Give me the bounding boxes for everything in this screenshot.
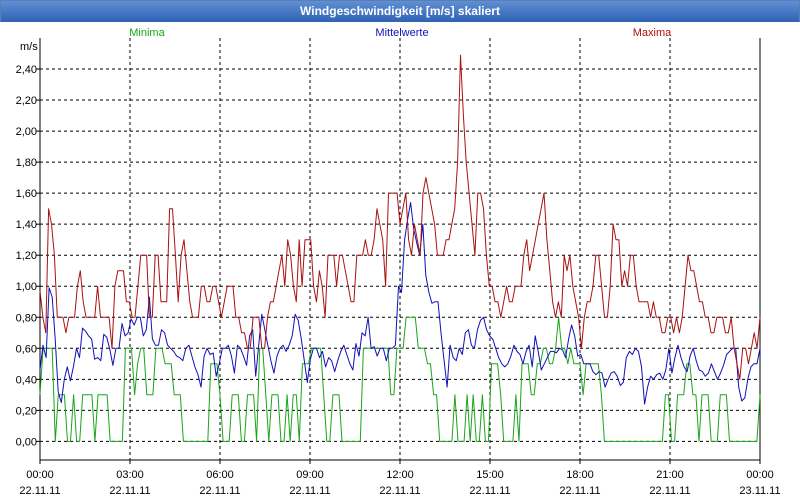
x-tick-time: 18:00	[566, 469, 594, 481]
x-tick-date: 22.11.11	[559, 485, 600, 497]
y-tick-label: 0,60	[16, 343, 37, 355]
y-tick-label: 2,20	[16, 95, 37, 107]
y-tick-label: 0,80	[16, 312, 37, 324]
x-tick-time: 00:00	[746, 469, 774, 481]
x-tick-date: 22.11.11	[379, 485, 420, 497]
x-tick-time: 21:00	[656, 469, 684, 481]
y-tick-label: 0,20	[16, 405, 37, 417]
x-tick-date: 22.11.11	[19, 485, 60, 497]
y-tick-label: 2,40	[16, 64, 37, 76]
x-tick-time: 06:00	[206, 469, 234, 481]
legend-entry-maxima: Maxima	[633, 27, 672, 39]
x-tick-date: 22.11.11	[289, 485, 330, 497]
y-tick-label: 0,00	[16, 436, 37, 448]
legend-entry-minima: Minima	[129, 27, 165, 39]
x-tick-date: 23.11.11	[739, 485, 780, 497]
x-tick-date: 22.11.11	[199, 485, 240, 497]
wind-speed-chart: 0,00 0,20 0,40 0,60 0,80 1,00 1,20 1,40 1,60 1,80…	[0, 22, 800, 500]
x-tick-time: 12:00	[386, 469, 414, 481]
x-tick-date: 22.11.11	[649, 485, 690, 497]
y-tick-label: 0,40	[16, 374, 37, 386]
y-tick-label: 1,60	[16, 188, 37, 200]
y-axis-label: m/s	[20, 41, 38, 53]
x-tick-time: 00:00	[26, 469, 54, 481]
y-tick-label: 2,00	[16, 126, 37, 138]
x-tick-time: 09:00	[296, 469, 324, 481]
window-title: Windgeschwindigkeit [m/s] skaliert	[1, 1, 799, 22]
x-tick-time: 03:00	[116, 469, 144, 481]
x-tick-date: 22.11.11	[469, 485, 510, 497]
y-tick-label: 1,20	[16, 250, 37, 262]
y-tick-label: 1,00	[16, 281, 37, 293]
x-tick-time: 15:00	[476, 469, 504, 481]
x-tick-date: 22.11.11	[109, 485, 150, 497]
y-tick-label: 1,40	[16, 219, 37, 231]
y-tick-label: 1,80	[16, 157, 37, 169]
legend-entry-mittelwerte: Mittelwerte	[375, 27, 428, 39]
